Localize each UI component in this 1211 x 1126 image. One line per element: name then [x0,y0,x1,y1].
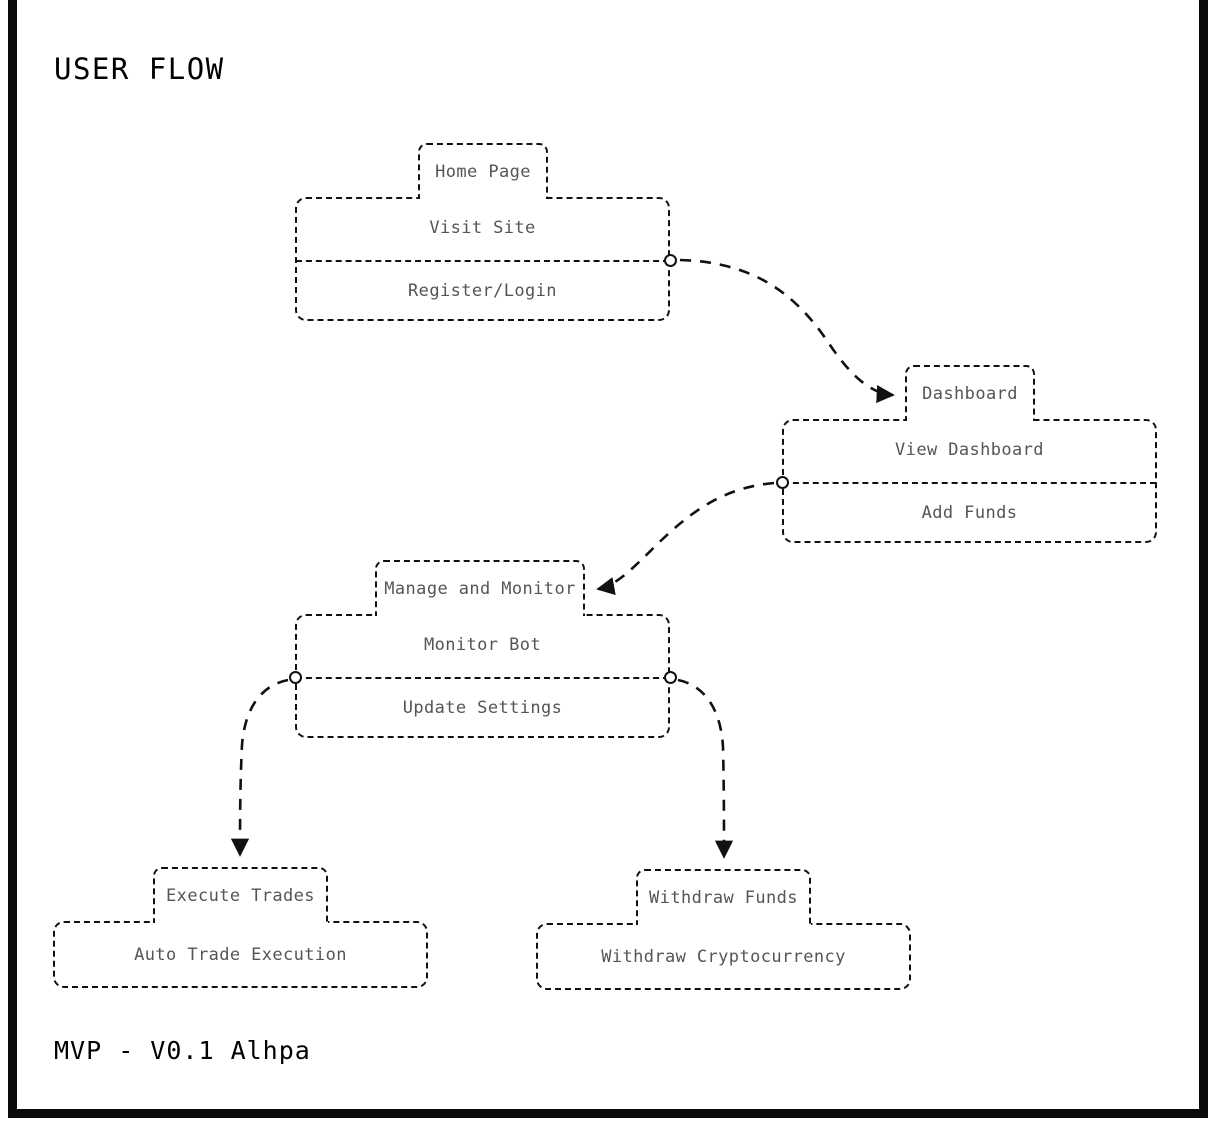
manage-tab-label: Manage and Monitor [384,579,576,599]
dashboard-row-view-dashboard[interactable]: View Dashboard [782,419,1157,481]
home-tab[interactable]: Home Page [418,143,548,199]
frame-border-right [1199,0,1208,1118]
dashboard-connector-dot-left[interactable] [776,476,789,489]
edge-manage-to-withdraw [677,678,734,859]
manage-connector-dot-left[interactable] [289,671,302,684]
diagram-frame: USER FLOW MVP - V0.1 Alhpa Home Page Vis… [0,0,1211,1126]
frame-border-left [8,0,17,1118]
home-connector-dot-right[interactable] [664,254,677,267]
manage-row1-label: Monitor Bot [424,635,541,655]
execute-row-auto-trade-execution[interactable]: Auto Trade Execution [53,921,428,988]
dashboard-tab-label: Dashboard [922,384,1018,404]
execute-row1-label: Auto Trade Execution [134,944,347,965]
manage-tab[interactable]: Manage and Monitor [375,560,585,616]
withdraw-row1-label: Withdraw Cryptocurrency [601,946,846,967]
manage-connector-dot-right[interactable] [664,671,677,684]
page-footer: MVP - V0.1 Alhpa [54,1036,311,1065]
withdraw-row-withdraw-cryptocurrency[interactable]: Withdraw Cryptocurrency [536,923,911,990]
execute-tab[interactable]: Execute Trades [153,867,328,923]
dashboard-row2-label: Add Funds [921,502,1018,523]
home-row1-label: Visit Site [429,218,536,238]
manage-row-monitor-bot[interactable]: Monitor Bot [295,614,670,676]
home-tab-label: Home Page [435,162,531,182]
dashboard-row1-label: View Dashboard [895,440,1044,460]
home-row2-label: Register/Login [408,280,557,301]
dashboard-tab[interactable]: Dashboard [905,365,1035,421]
edge-dashboard-to-manage [596,481,775,596]
page-title: USER FLOW [54,52,225,86]
edge-manage-to-execute [230,678,289,857]
withdraw-tab-label: Withdraw Funds [649,888,798,908]
home-row-visit-site[interactable]: Visit Site [295,197,670,259]
edge-home-to-dashboard [679,258,895,404]
manage-row-update-settings[interactable]: Update Settings [295,677,670,738]
execute-tab-label: Execute Trades [166,886,315,906]
dashboard-row-add-funds[interactable]: Add Funds [782,482,1157,543]
home-row-register-login[interactable]: Register/Login [295,260,670,321]
frame-border-bottom [8,1109,1208,1118]
withdraw-tab[interactable]: Withdraw Funds [636,869,811,925]
manage-row2-label: Update Settings [402,697,563,718]
